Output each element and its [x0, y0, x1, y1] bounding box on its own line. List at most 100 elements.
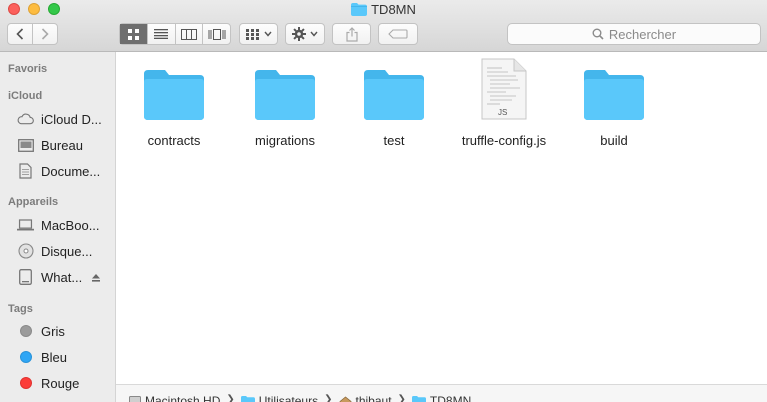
edit-tags-button[interactable] — [378, 23, 418, 45]
sidebar-item-label: iCloud D... — [41, 111, 102, 127]
file-name: migrations — [255, 133, 315, 148]
folder-icon — [411, 395, 426, 402]
tag-color-dot — [19, 377, 32, 389]
eject-icon — [92, 273, 100, 282]
folder-item-test[interactable]: test — [344, 66, 444, 148]
sidebar-item-label: Rouge — [41, 375, 80, 391]
path-item-macintosh-hd[interactable]: Macintosh HD — [129, 394, 220, 402]
folder-icon — [344, 66, 444, 120]
hard-drive-icon — [129, 396, 141, 402]
chevron-left-icon — [16, 28, 24, 40]
sidebar-item-label: Docume... — [41, 163, 101, 179]
icon-view-icon — [127, 28, 139, 40]
folder-icon — [564, 66, 664, 120]
sidebar-item-documents[interactable]: Docume... — [0, 160, 115, 182]
file-browser: contracts migrations test JS truffle-con… — [116, 52, 767, 384]
path-item-label: Utilisateurs — [258, 394, 319, 402]
path-item-label: Macintosh HD — [145, 394, 221, 402]
navigation-control — [7, 23, 58, 45]
search-field[interactable]: Rechercher — [507, 23, 761, 45]
chevron-down-icon — [310, 31, 318, 37]
sidebar-item-external-drive[interactable]: What... — [0, 266, 115, 288]
file-name: truffle-config.js — [461, 133, 547, 148]
js-file-icon: JS — [454, 58, 554, 120]
sidebar-heading-tags: Tags — [8, 303, 33, 315]
sidebar: Favoris iCloud iCloud D... Bureau Docume… — [0, 52, 116, 402]
document-icon — [17, 163, 34, 179]
sidebar-item-tag-rouge[interactable]: Rouge — [0, 372, 115, 394]
path-item-td8mn[interactable]: TD8MN — [411, 394, 472, 402]
sidebar-item-label: Disque... — [41, 243, 93, 259]
path-item-thibaut[interactable]: thibaut — [339, 394, 392, 402]
chevron-down-icon — [263, 31, 272, 37]
list-view-icon — [154, 29, 169, 39]
sidebar-item-label: What... — [41, 269, 83, 285]
path-item-label: thibaut — [355, 394, 392, 402]
sidebar-item-disk[interactable]: Disque... — [0, 240, 115, 262]
sidebar-heading-favorites: Favoris — [8, 63, 48, 75]
sidebar-item-tag-bleu[interactable]: Bleu — [0, 346, 115, 368]
sidebar-heading-devices: Appareils — [8, 196, 59, 208]
sidebar-item-label: MacBoo... — [41, 217, 100, 233]
laptop-icon — [17, 217, 34, 233]
chevron-right-icon — [41, 28, 49, 40]
action-menu-button[interactable] — [285, 23, 325, 45]
tag-dot-icon — [17, 375, 34, 391]
column-view-button[interactable] — [176, 24, 204, 44]
folder-item-build[interactable]: build — [564, 66, 664, 148]
file-name: test — [383, 133, 405, 148]
arrange-grid-icon — [245, 28, 259, 40]
file-item-truffle-config[interactable]: JS truffle-config.js — [454, 58, 554, 148]
view-mode-control — [119, 23, 231, 45]
desktop-icon — [17, 137, 34, 153]
share-icon — [345, 26, 358, 42]
gear-icon — [292, 27, 306, 41]
tag-dot-icon — [17, 323, 34, 339]
eject-button[interactable] — [91, 270, 101, 285]
window-title-text: TD8MN — [371, 2, 416, 17]
file-type-badge: JS — [498, 108, 508, 117]
path-separator-icon: ❯ — [397, 394, 406, 402]
folder-icon — [351, 3, 368, 21]
path-item-label: TD8MN — [429, 394, 472, 402]
forward-button[interactable] — [33, 24, 57, 44]
folder-icon — [240, 395, 255, 402]
icon-view-button[interactable] — [120, 24, 148, 44]
tag-dot-icon — [17, 349, 34, 365]
share-button[interactable] — [332, 23, 371, 45]
sidebar-item-label: Bureau — [41, 137, 83, 153]
sidebar-item-label: Gris — [41, 323, 65, 339]
file-name: build — [600, 133, 628, 148]
path-bar: Macintosh HD ❯ Utilisateurs ❯ thibaut ❯ … — [116, 384, 767, 402]
search-icon — [592, 28, 604, 40]
cloud-icon — [17, 111, 34, 127]
cover-flow-view-button[interactable] — [203, 24, 230, 44]
folder-icon — [235, 66, 335, 120]
list-view-button[interactable] — [148, 24, 176, 44]
sidebar-item-bureau[interactable]: Bureau — [0, 134, 115, 156]
file-name: contracts — [147, 133, 201, 148]
path-separator-icon: ❯ — [324, 394, 333, 402]
tag-icon — [388, 29, 408, 39]
window-title: TD8MN — [0, 1, 767, 21]
folder-item-contracts[interactable]: contracts — [124, 66, 224, 148]
column-view-icon — [180, 28, 197, 40]
tag-color-dot — [19, 351, 32, 363]
drive-icon — [17, 269, 34, 285]
path-separator-icon: ❯ — [226, 394, 235, 402]
sidebar-item-label: Bleu — [41, 349, 68, 365]
toolbar: TD8MN Rechercher — [0, 0, 767, 52]
sidebar-item-tag-gris[interactable]: Gris — [0, 320, 115, 342]
folder-icon — [124, 66, 224, 120]
sidebar-heading-icloud: iCloud — [8, 90, 43, 102]
arrange-button[interactable] — [239, 23, 278, 45]
path-item-utilisateurs[interactable]: Utilisateurs — [240, 394, 319, 402]
folder-item-migrations[interactable]: migrations — [235, 66, 335, 148]
sidebar-item-icloud-drive[interactable]: iCloud D... — [0, 108, 115, 130]
disc-icon — [17, 243, 34, 259]
tag-color-dot — [19, 325, 32, 337]
back-button[interactable] — [8, 24, 33, 44]
home-icon — [339, 395, 351, 402]
sidebar-item-macbook[interactable]: MacBoo... — [0, 214, 115, 236]
cover-flow-icon — [208, 28, 226, 40]
